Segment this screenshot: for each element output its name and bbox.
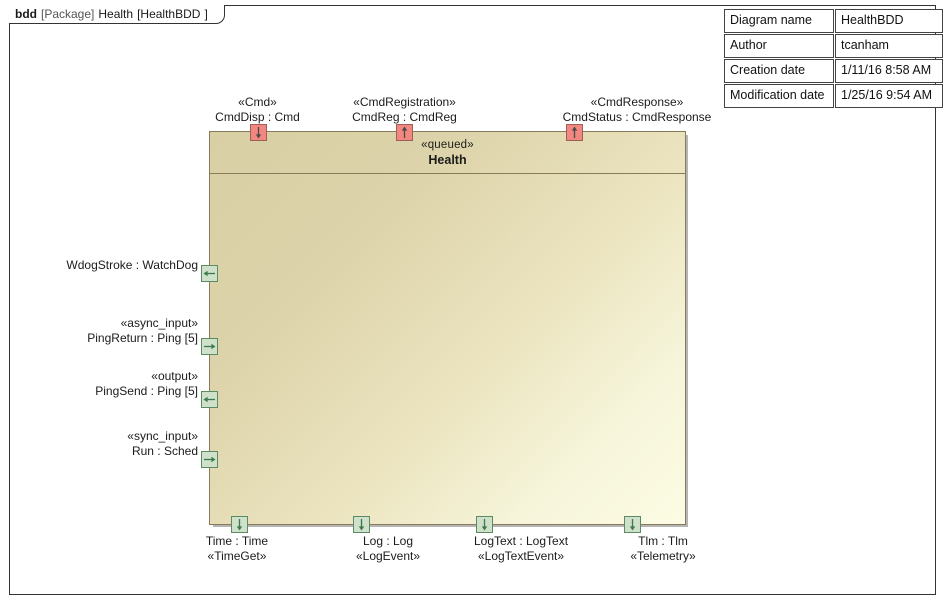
info-value: 1/25/16 9:54 AM bbox=[835, 84, 943, 108]
port-signature: WdogStroke : WatchDog bbox=[66, 258, 198, 272]
port-signature: Tlm : Tlm bbox=[638, 534, 688, 548]
info-label: Diagram name bbox=[724, 9, 834, 33]
port-logtext[interactable] bbox=[476, 516, 493, 533]
port-time[interactable] bbox=[231, 516, 248, 533]
port-signature: Run : Sched bbox=[131, 444, 198, 458]
port-wdogstroke[interactable] bbox=[201, 265, 218, 282]
info-value: 1/11/16 8:58 AM bbox=[835, 59, 943, 83]
port-stereotype: «Cmd» bbox=[238, 95, 277, 109]
block-health[interactable]: «queued» Health bbox=[209, 131, 686, 525]
arrow-down-icon bbox=[236, 519, 243, 531]
block-name-label: Health bbox=[428, 152, 467, 167]
port-stereotype: «Telemetry» bbox=[630, 549, 696, 563]
port-signature: CmdDisp : Cmd bbox=[215, 110, 300, 124]
info-label: Author bbox=[724, 34, 834, 58]
port-cmdstatus[interactable] bbox=[566, 124, 583, 141]
port-label-pingsend: «output» PingSend : Ping [5] bbox=[20, 369, 198, 399]
port-stereotype: «LogEvent» bbox=[355, 549, 421, 563]
table-row: Diagram name HealthBDD bbox=[724, 9, 943, 33]
port-cmddisp[interactable] bbox=[250, 124, 267, 141]
table-row: Modification date 1/25/16 9:54 AM bbox=[724, 84, 943, 108]
diagram-info-table: Diagram name HealthBDD Author tcanham Cr… bbox=[723, 8, 944, 109]
arrow-down-icon bbox=[358, 519, 365, 531]
port-log[interactable] bbox=[353, 516, 370, 533]
port-label-tlm: Tlm : Tlm «Telemetry» bbox=[588, 534, 738, 564]
port-label-logtext: LogText : LogText «LogTextEvent» bbox=[446, 534, 596, 564]
diagram-name-label: HealthBDD bbox=[140, 7, 201, 21]
block-header: «queued» Health bbox=[210, 132, 685, 174]
arrow-down-icon bbox=[629, 519, 636, 531]
port-stereotype: «CmdResponse» bbox=[590, 95, 684, 109]
port-label-cmdreg: «CmdRegistration» CmdReg : CmdReg bbox=[322, 95, 487, 125]
port-stereotype: «sync_input» bbox=[127, 429, 198, 443]
port-tlm[interactable] bbox=[624, 516, 641, 533]
info-value: tcanham bbox=[835, 34, 943, 58]
diagram-package-name: Health bbox=[98, 7, 134, 21]
port-stereotype: «async_input» bbox=[120, 316, 198, 330]
port-signature: CmdReg : CmdReg bbox=[352, 110, 457, 124]
info-value: HealthBDD bbox=[835, 9, 943, 33]
port-label-pingreturn: «async_input» PingReturn : Ping [5] bbox=[20, 316, 198, 346]
port-run[interactable] bbox=[201, 451, 218, 468]
port-signature: CmdStatus : CmdResponse bbox=[562, 110, 712, 124]
port-label-wdogstroke: WdogStroke : WatchDog bbox=[20, 258, 198, 273]
info-label: Creation date bbox=[724, 59, 834, 83]
port-label-cmdstatus: «CmdResponse» CmdStatus : CmdResponse bbox=[562, 95, 712, 125]
port-pingreturn[interactable] bbox=[201, 338, 218, 355]
arrow-right-icon bbox=[204, 343, 216, 350]
table-row: Author tcanham bbox=[724, 34, 943, 58]
port-label-time: Time : Time «TimeGet» bbox=[162, 534, 312, 564]
port-label-run: «sync_input» Run : Sched bbox=[20, 429, 198, 459]
port-signature: Log : Log bbox=[362, 534, 414, 548]
port-stereotype: «TimeGet» bbox=[207, 549, 267, 563]
table-row: Creation date 1/11/16 8:58 AM bbox=[724, 59, 943, 83]
port-label-cmddisp: «Cmd» CmdDisp : Cmd bbox=[175, 95, 340, 125]
diagram-scope-label: [Package] bbox=[41, 7, 95, 21]
arrow-left-icon bbox=[203, 270, 215, 277]
diagram-frame-header: bdd [Package] Health [ HealthBDD ] bbox=[9, 5, 225, 24]
port-stereotype: «LogTextEvent» bbox=[477, 549, 565, 563]
port-signature: PingSend : Ping [5] bbox=[95, 384, 198, 398]
bracket-close: ] bbox=[204, 7, 208, 21]
arrow-down-icon bbox=[255, 127, 262, 139]
port-signature: LogText : LogText bbox=[473, 534, 569, 548]
port-stereotype: «output» bbox=[151, 369, 198, 383]
port-signature: Time : Time bbox=[205, 534, 269, 548]
block-stereotype-label: «queued» bbox=[421, 138, 474, 151]
arrow-down-icon bbox=[481, 519, 488, 531]
arrow-up-icon bbox=[401, 126, 408, 138]
info-label: Modification date bbox=[724, 84, 834, 108]
port-pingsend[interactable] bbox=[201, 391, 218, 408]
arrow-up-icon bbox=[571, 126, 578, 138]
port-signature: PingReturn : Ping [5] bbox=[87, 331, 198, 345]
port-stereotype: «CmdRegistration» bbox=[353, 95, 456, 109]
arrow-left-icon bbox=[203, 396, 215, 403]
diagram-kind-label: bdd bbox=[15, 7, 37, 21]
arrow-right-icon bbox=[204, 456, 216, 463]
port-label-log: Log : Log «LogEvent» bbox=[313, 534, 463, 564]
port-cmdreg[interactable] bbox=[396, 124, 413, 141]
